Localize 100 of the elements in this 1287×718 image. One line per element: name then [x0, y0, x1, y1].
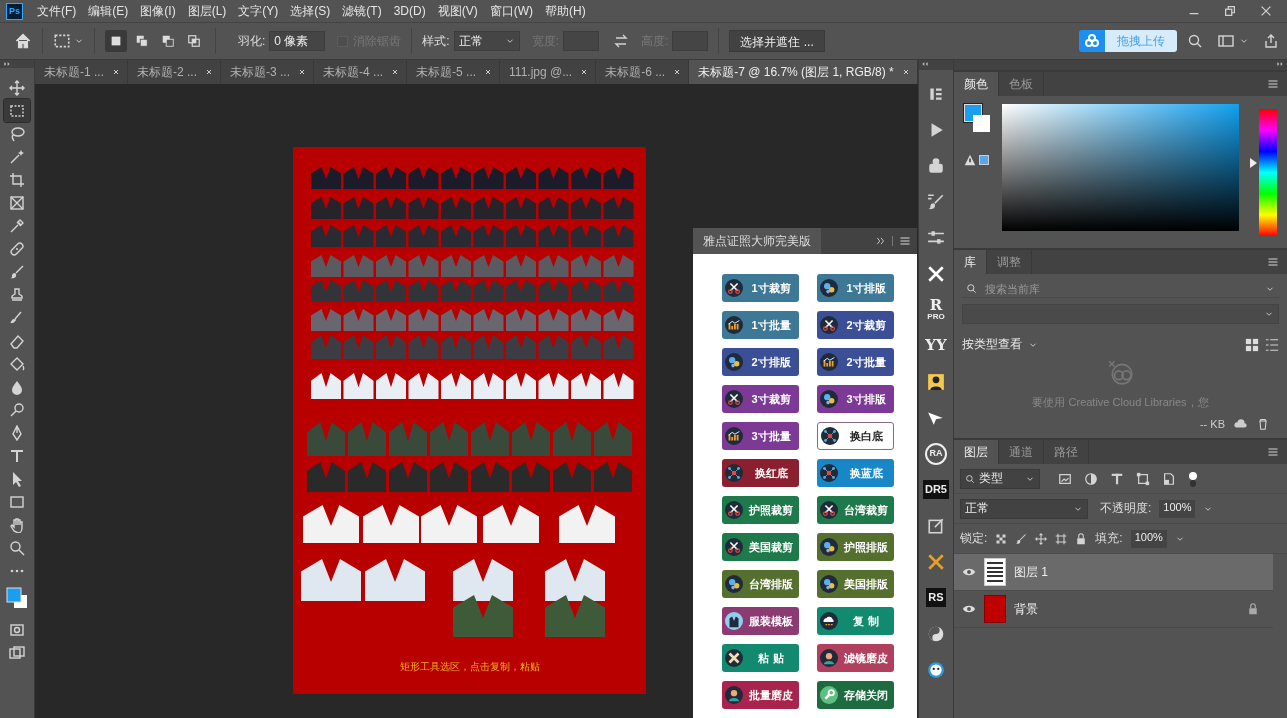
- menu-item[interactable]: 3D(D): [389, 4, 430, 18]
- menu-item[interactable]: 图像(I): [136, 2, 180, 20]
- tool-button[interactable]: 批量磨皮: [722, 681, 799, 709]
- layer-row[interactable]: 背景: [954, 591, 1273, 628]
- panel-tab[interactable]: 调整: [987, 250, 1032, 274]
- lock-move-icon[interactable]: [1035, 532, 1048, 545]
- tool-button[interactable]: 滤镜磨皮: [817, 644, 894, 672]
- quick-mask-icon[interactable]: [9, 621, 25, 638]
- sliders-icon[interactable]: [927, 228, 945, 247]
- expand-icon[interactable]: [876, 236, 886, 246]
- web-color-swatch[interactable]: [979, 155, 989, 165]
- panel-tab[interactable]: 图层: [954, 440, 999, 464]
- panel-menu-icon[interactable]: [1267, 446, 1279, 458]
- tool-button[interactable]: 存储关闭: [817, 681, 894, 709]
- tool-button[interactable]: 3寸批量: [722, 422, 799, 450]
- close-icon[interactable]: [205, 68, 214, 76]
- trash-icon[interactable]: [1257, 417, 1269, 431]
- plugin-logo[interactable]: DR5: [923, 480, 949, 499]
- tool-button[interactable]: 3寸排版: [817, 385, 894, 413]
- close-icon[interactable]: [901, 68, 910, 76]
- plugin-logo[interactable]: YY: [925, 338, 947, 353]
- tool-button[interactable]: 1寸批量: [722, 311, 799, 339]
- feather-field[interactable]: 0 像素: [269, 31, 326, 51]
- type-filter-icon[interactable]: [1110, 471, 1124, 486]
- close-icon[interactable]: [1259, 4, 1273, 18]
- tool-button[interactable]: 服装模板: [722, 607, 799, 635]
- fill-field[interactable]: 100%: [1130, 529, 1167, 548]
- tool-button[interactable]: 2寸裁剪: [817, 311, 894, 339]
- tool-button[interactable]: 换白底: [817, 422, 894, 450]
- list-view-icon[interactable]: [1265, 337, 1279, 352]
- lock-icon[interactable]: [1247, 603, 1259, 615]
- home-icon[interactable]: [14, 32, 32, 50]
- pixel-filter-icon[interactable]: [1058, 471, 1072, 486]
- tool-button[interactable]: 3寸裁剪: [722, 385, 799, 413]
- panel-tab[interactable]: 路径: [1044, 440, 1089, 464]
- close-icon[interactable]: [484, 68, 493, 76]
- select-and-mask-button[interactable]: 选择并遮住 ...: [729, 30, 825, 52]
- panel-menu-icon[interactable]: [1267, 78, 1279, 90]
- shape-filter-icon[interactable]: [1136, 471, 1150, 486]
- tool-button[interactable]: 换红底: [722, 459, 799, 487]
- swap-icon[interactable]: [613, 33, 630, 49]
- menu-item[interactable]: 帮助(H): [541, 2, 590, 20]
- panel-menu-icon[interactable]: [899, 235, 911, 247]
- tool-button[interactable]: [4, 99, 30, 122]
- collapse-icon[interactable]: [1276, 60, 1284, 68]
- filter-toggle-icon[interactable]: [1188, 470, 1198, 487]
- panel-tab[interactable]: 库: [954, 250, 987, 274]
- lock-pixels-icon[interactable]: [995, 532, 1008, 545]
- color-field[interactable]: [1002, 104, 1239, 231]
- menu-item[interactable]: 窗口(W): [485, 2, 537, 20]
- adjustment-filter-icon[interactable]: [1084, 471, 1098, 486]
- close-icon[interactable]: [112, 68, 120, 76]
- tool-button[interactable]: 护照排版: [817, 533, 894, 561]
- menu-item[interactable]: 视图(V): [433, 2, 482, 20]
- collapse-icon[interactable]: [3, 60, 11, 68]
- tool-button[interactable]: 换蓝底: [817, 459, 894, 487]
- close-icon[interactable]: [580, 68, 589, 76]
- close-icon[interactable]: [673, 68, 682, 76]
- smart-object-filter-icon[interactable]: [1162, 471, 1176, 486]
- panel-tab[interactable]: 色板: [999, 72, 1044, 96]
- tool-button[interactable]: 复 制: [817, 607, 894, 635]
- marquee-tool-icon[interactable]: [53, 32, 71, 50]
- library-search-field[interactable]: 搜索当前库: [983, 281, 1259, 296]
- close-icon[interactable]: [391, 68, 400, 76]
- tool-button[interactable]: 2寸批量: [817, 348, 894, 376]
- layer-row[interactable]: 图层 1: [954, 554, 1273, 591]
- menu-item[interactable]: 文件(F): [33, 2, 81, 20]
- avatar-icon[interactable]: [927, 372, 945, 391]
- tool-button[interactable]: 粘 贴: [722, 644, 799, 672]
- tool-button[interactable]: 美国排版: [817, 570, 894, 598]
- menu-item[interactable]: 编辑(E): [84, 2, 133, 20]
- menu-item[interactable]: 选择(S): [286, 2, 335, 20]
- face-icon[interactable]: [927, 660, 945, 679]
- tool-button[interactable]: 护照裁剪: [722, 496, 799, 524]
- color-swatches[interactable]: [964, 104, 992, 134]
- slider-thumb-icon[interactable]: [1250, 157, 1257, 170]
- color-swatches-icon[interactable]: [5, 586, 29, 610]
- style-select[interactable]: 正常: [453, 31, 520, 51]
- panel-menu-icon[interactable]: [1267, 256, 1279, 268]
- tool-button[interactable]: 1寸裁剪: [722, 274, 799, 302]
- plugin-logo[interactable]: RS: [926, 588, 946, 607]
- lock-paint-icon[interactable]: [1015, 532, 1028, 545]
- layer-filter-select[interactable]: 类型: [960, 468, 1040, 489]
- selection-mode-button[interactable]: [105, 30, 127, 52]
- search-icon[interactable]: [1187, 33, 1203, 49]
- close-icon[interactable]: [298, 68, 307, 76]
- menu-item[interactable]: 图层(L): [183, 2, 231, 20]
- edit-icon[interactable]: [927, 516, 945, 535]
- tool-button[interactable]: 2寸排版: [722, 348, 799, 376]
- opacity-field[interactable]: 100%: [1159, 499, 1196, 518]
- panel-tab[interactable]: 颜色: [954, 72, 999, 96]
- menu-item[interactable]: 滤镜(T): [338, 2, 386, 20]
- warning-icon[interactable]: [964, 154, 976, 166]
- plugin-logo[interactable]: RA: [925, 442, 947, 465]
- plugin-logo[interactable]: R: [929, 298, 943, 313]
- panel-tab[interactable]: 通道: [999, 440, 1044, 464]
- yinyang-icon[interactable]: [927, 624, 945, 643]
- blend-mode-select[interactable]: 正常: [960, 498, 1088, 519]
- menu-item[interactable]: 文字(Y): [234, 2, 283, 20]
- cloud-sync-icon[interactable]: [1233, 417, 1249, 431]
